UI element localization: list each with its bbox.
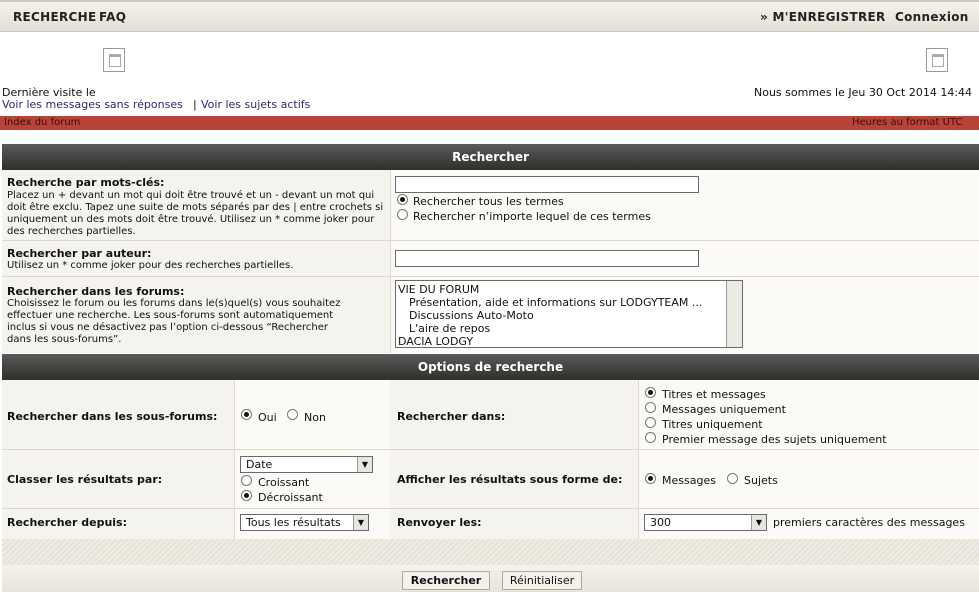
broken-image-icon bbox=[926, 48, 948, 72]
search-in-option: Premier message des sujets uniquement bbox=[662, 433, 887, 446]
sort-select[interactable]: Date ▼ bbox=[240, 456, 373, 473]
forum-option[interactable]: DACIA LODGY bbox=[398, 335, 473, 347]
subforums-no-radio[interactable] bbox=[287, 409, 298, 420]
forum-option[interactable]: L'aire de repos bbox=[409, 322, 490, 335]
keywords-input[interactable] bbox=[395, 176, 699, 193]
author-description: Utilisez un * comme joker pour des reche… bbox=[7, 260, 294, 271]
listbox-scrollbar[interactable] bbox=[726, 281, 742, 347]
forum-option[interactable]: Discussions Auto-Moto bbox=[409, 309, 534, 322]
keywords-label: Recherche par mots-clés: bbox=[7, 176, 165, 189]
form-footer-pattern bbox=[2, 539, 979, 565]
top-navbar: RECHERCHE FAQ » M'ENREGISTRER Connexion bbox=[0, 0, 979, 32]
broken-image-icon bbox=[103, 48, 125, 72]
sort-label: Classer les résultats par: bbox=[7, 473, 163, 486]
search-header: Rechercher bbox=[2, 144, 979, 170]
chevron-down-icon: ▼ bbox=[353, 515, 368, 530]
display-topics-radio[interactable] bbox=[727, 473, 738, 484]
reset-button[interactable]: Réinitialiser bbox=[502, 571, 582, 590]
search-in-label: Rechercher dans: bbox=[397, 410, 506, 423]
all-terms-label: Rechercher tous les termes bbox=[413, 195, 564, 208]
nav-search-link[interactable]: RECHERCHE bbox=[13, 10, 96, 24]
keywords-description: Placez un + devant un mot qui doit être … bbox=[7, 190, 384, 237]
forum-option[interactable]: Présentation, aide et informations sur L… bbox=[409, 296, 702, 309]
since-select-value: Tous les résultats bbox=[246, 516, 341, 529]
display-as-label: Afficher les résultats sous forme de: bbox=[397, 473, 623, 486]
search-in-radio[interactable] bbox=[645, 387, 656, 398]
forums-listbox[interactable]: VIE DU FORUM Présentation, aide et infor… bbox=[395, 280, 743, 348]
active-topics-link[interactable]: Voir les sujets actifs bbox=[201, 98, 310, 111]
search-in-option: Titres uniquement bbox=[662, 418, 763, 431]
sort-desc-label: Décroissant bbox=[258, 491, 323, 504]
link-separator: | bbox=[193, 98, 197, 111]
subforums-no-label: Non bbox=[304, 411, 326, 424]
breadcrumb-bar: Index du forum Heures au format UTC bbox=[0, 116, 979, 130]
chevron-down-icon: ▼ bbox=[751, 515, 766, 530]
since-select[interactable]: Tous les résultats ▼ bbox=[240, 514, 369, 531]
display-messages-radio[interactable] bbox=[645, 473, 656, 484]
return-label: Renvoyer les: bbox=[397, 516, 482, 529]
return-select[interactable]: 300 ▼ bbox=[644, 514, 767, 531]
nav-register-link[interactable]: » M'ENREGISTRER bbox=[760, 10, 886, 24]
display-messages-label: Messages bbox=[662, 474, 716, 487]
subforums-label: Rechercher dans les sous-forums: bbox=[7, 410, 218, 423]
since-label: Rechercher depuis: bbox=[7, 516, 127, 529]
subforums-yes-radio[interactable] bbox=[241, 409, 252, 420]
sort-asc-radio[interactable] bbox=[241, 475, 252, 486]
timezone-text: Heures au format UTC bbox=[852, 117, 963, 128]
search-in-radio[interactable] bbox=[645, 417, 656, 428]
search-in-option: Messages uniquement bbox=[662, 403, 786, 416]
current-date-text: Nous sommes le Jeu 30 Oct 2014 14:44 bbox=[754, 86, 973, 99]
any-terms-radio[interactable] bbox=[397, 209, 408, 220]
return-suffix-text: premiers caractères des messages bbox=[773, 516, 965, 529]
any-terms-label: Rechercher n’importe lequel de ces terme… bbox=[413, 210, 651, 223]
sort-desc-radio[interactable] bbox=[241, 490, 252, 501]
subforums-yes-label: Oui bbox=[258, 411, 277, 424]
author-label: Rechercher par auteur: bbox=[7, 247, 152, 260]
unanswered-link[interactable]: Voir les messages sans réponses bbox=[2, 98, 183, 111]
search-in-radio[interactable] bbox=[645, 402, 656, 413]
sort-asc-label: Croissant bbox=[258, 476, 310, 489]
search-in-option: Titres et messages bbox=[662, 388, 766, 401]
options-header: Options de recherche bbox=[2, 354, 979, 380]
chevron-down-icon: ▼ bbox=[357, 457, 372, 472]
forums-label: Rechercher dans les forums: bbox=[7, 285, 185, 298]
forums-description: Choisissez le forum ou les forums dans l… bbox=[7, 298, 341, 345]
button-bar bbox=[2, 565, 979, 592]
search-in-radio[interactable] bbox=[645, 432, 656, 443]
sort-select-value: Date bbox=[246, 458, 273, 471]
nav-login-link[interactable]: Connexion bbox=[895, 10, 969, 24]
return-select-value: 300 bbox=[650, 516, 671, 529]
forum-option[interactable]: VIE DU FORUM bbox=[398, 283, 479, 296]
nav-faq-link[interactable]: FAQ bbox=[99, 10, 126, 24]
author-input[interactable] bbox=[395, 250, 699, 267]
display-topics-label: Sujets bbox=[744, 474, 778, 487]
search-submit-button[interactable]: Rechercher bbox=[402, 571, 490, 590]
forum-index-link[interactable]: Index du forum bbox=[4, 117, 80, 128]
all-terms-radio[interactable] bbox=[397, 194, 408, 205]
